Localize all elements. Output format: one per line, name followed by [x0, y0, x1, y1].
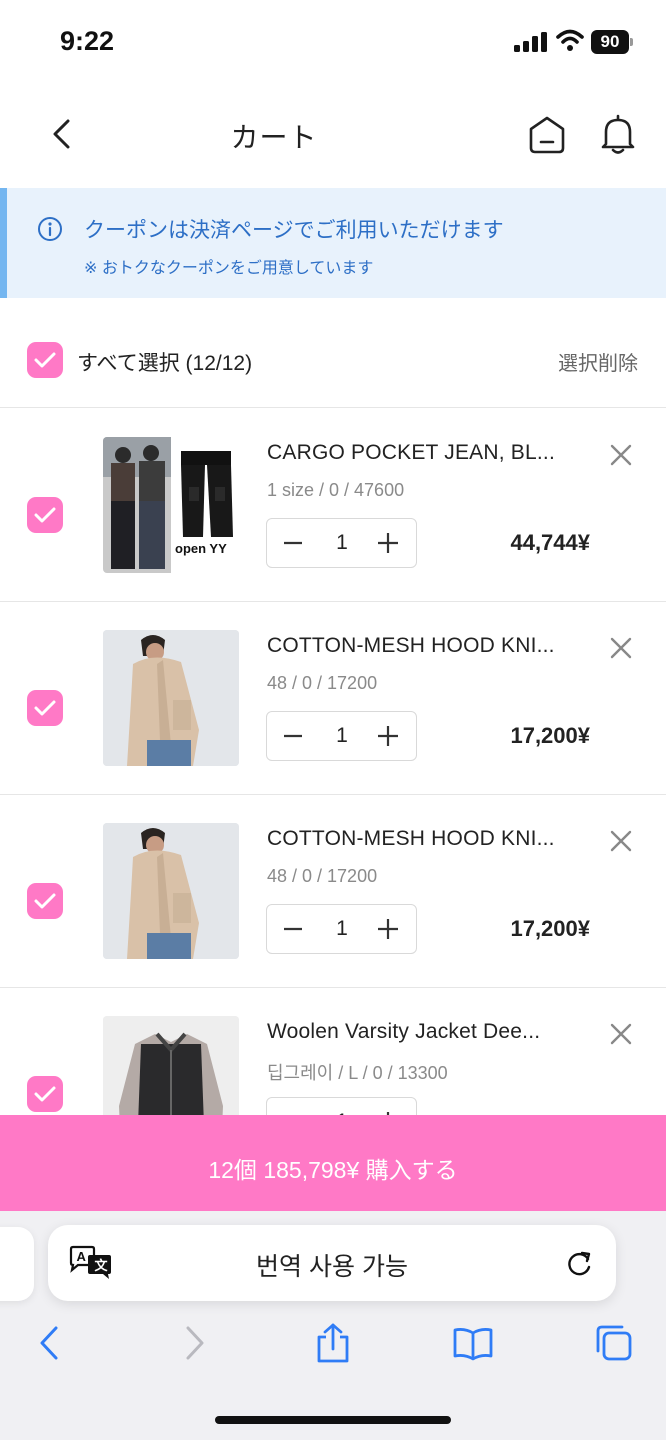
item-name[interactable]: COTTON-MESH HOOD KNI...: [267, 634, 595, 658]
item-price: 17,200¥: [510, 723, 590, 748]
item-name[interactable]: CARGO POCKET JEAN, BL...: [267, 441, 595, 465]
address-text: 번역 사용 가능: [256, 1253, 408, 1281]
battery-icon: 90: [591, 30, 633, 54]
select-all-label: すべて選択 (12/12): [77, 352, 253, 375]
quantity-value: 1: [336, 724, 348, 747]
status-bar: 9:22 90: [0, 0, 666, 86]
info-icon: [38, 217, 62, 241]
checkmark-icon: [34, 893, 56, 909]
checkmark-icon: [34, 1086, 56, 1102]
item-checkbox[interactable]: [27, 497, 63, 533]
select-all-row: すべて選択 (12/12) 選択削除: [0, 300, 666, 408]
reload-icon[interactable]: [566, 1249, 594, 1277]
previous-tab-edge[interactable]: [0, 1227, 34, 1301]
battery-level: 90: [591, 30, 629, 54]
checkmark-icon: [34, 507, 56, 523]
product-image: [103, 630, 239, 766]
item-name[interactable]: COTTON-MESH HOOD KNI...: [267, 827, 595, 851]
product-image: [103, 1016, 239, 1115]
item-checkbox[interactable]: [27, 883, 63, 919]
cart-item: COTTON-MESH HOOD KNI... 48 / 0 / 17200 1…: [0, 602, 666, 795]
increase-quantity-icon[interactable]: [377, 918, 399, 940]
item-checkbox[interactable]: [27, 1076, 63, 1112]
decrease-quantity-icon[interactable]: [283, 726, 303, 746]
browser-back-icon[interactable]: [30, 1323, 70, 1363]
cart-item: COTTON-MESH HOOD KNI... 48 / 0 / 17200 1…: [0, 795, 666, 988]
coupon-message: クーポンは決済ページでご利用いただけます: [84, 219, 504, 242]
decrease-quantity-icon[interactable]: [283, 919, 303, 939]
home-icon[interactable]: [526, 114, 568, 156]
product-thumbnail[interactable]: open YY: [103, 437, 239, 573]
app-header: カート: [0, 86, 666, 186]
address-bar[interactable]: A 文 번역 사용 가능: [48, 1225, 616, 1301]
cart-item: Woolen Varsity Jacket Dee... 딥그레이 / L / …: [0, 988, 666, 1115]
item-price: 17,200¥: [510, 916, 590, 941]
decrease-quantity-icon[interactable]: [283, 533, 303, 553]
quantity-stepper: 1: [266, 904, 417, 954]
bookmarks-icon[interactable]: [453, 1323, 493, 1363]
item-option: 48 / 0 / 17200: [267, 866, 378, 886]
item-option: 딥그레이 / L / 0 / 13300: [267, 1063, 448, 1083]
wifi-icon: [556, 29, 584, 51]
cellular-signal-icon: [514, 32, 547, 52]
product-image: open YY: [103, 437, 233, 573]
purchase-label: 12個 185,798¥ 購入する: [208, 1157, 458, 1183]
status-time: 9:22: [60, 26, 115, 56]
increase-quantity-icon[interactable]: [377, 725, 399, 747]
remove-item-icon[interactable]: [609, 829, 633, 853]
product-image: [103, 823, 239, 959]
browser-forward-icon[interactable]: [174, 1323, 214, 1363]
cart-list: open YY CARGO POCKET JEAN, BL... 1 size …: [0, 409, 666, 1115]
delete-selected-button[interactable]: 選択削除: [558, 347, 638, 376]
quantity-stepper: 1: [266, 518, 417, 568]
share-icon[interactable]: [313, 1323, 353, 1363]
notification-bell-icon[interactable]: [598, 112, 638, 156]
item-price: 44,744¥: [510, 530, 590, 555]
product-thumbnail[interactable]: [103, 1016, 239, 1115]
checkmark-icon: [34, 700, 56, 716]
product-thumbnail[interactable]: [103, 823, 239, 959]
purchase-button[interactable]: 12個 185,798¥ 購入する: [0, 1115, 666, 1211]
item-option: 48 / 0 / 17200: [267, 673, 378, 693]
browser-toolbar-area: A 文 번역 사용 가능: [0, 1211, 666, 1440]
home-indicator: [215, 1416, 451, 1424]
product-image-caption: open YY: [175, 541, 227, 556]
cart-item: open YY CARGO POCKET JEAN, BL... 1 size …: [0, 409, 666, 602]
quantity-stepper: 1: [266, 711, 417, 761]
remove-item-icon[interactable]: [609, 443, 633, 467]
checkmark-icon: [34, 352, 56, 368]
remove-item-icon[interactable]: [609, 636, 633, 660]
quantity-stepper: 1: [266, 1097, 417, 1115]
remove-item-icon[interactable]: [609, 1022, 633, 1046]
coupon-submessage: ※ おトクなクーポンをご用意しています: [84, 260, 374, 277]
tabs-icon[interactable]: [594, 1323, 634, 1363]
page-title: カート: [230, 122, 318, 153]
coupon-banner: クーポンは決済ページでご利用いただけます ※ おトクなクーポンをご用意しています: [0, 188, 666, 298]
item-checkbox[interactable]: [27, 690, 63, 726]
select-all-checkbox[interactable]: [27, 342, 63, 378]
increase-quantity-icon[interactable]: [377, 532, 399, 554]
product-thumbnail[interactable]: [103, 630, 239, 766]
item-option: 1 size / 0 / 47600: [267, 480, 405, 500]
quantity-value: 1: [336, 531, 348, 554]
item-name[interactable]: Woolen Varsity Jacket Dee...: [267, 1020, 595, 1044]
quantity-value: 1: [336, 917, 348, 940]
